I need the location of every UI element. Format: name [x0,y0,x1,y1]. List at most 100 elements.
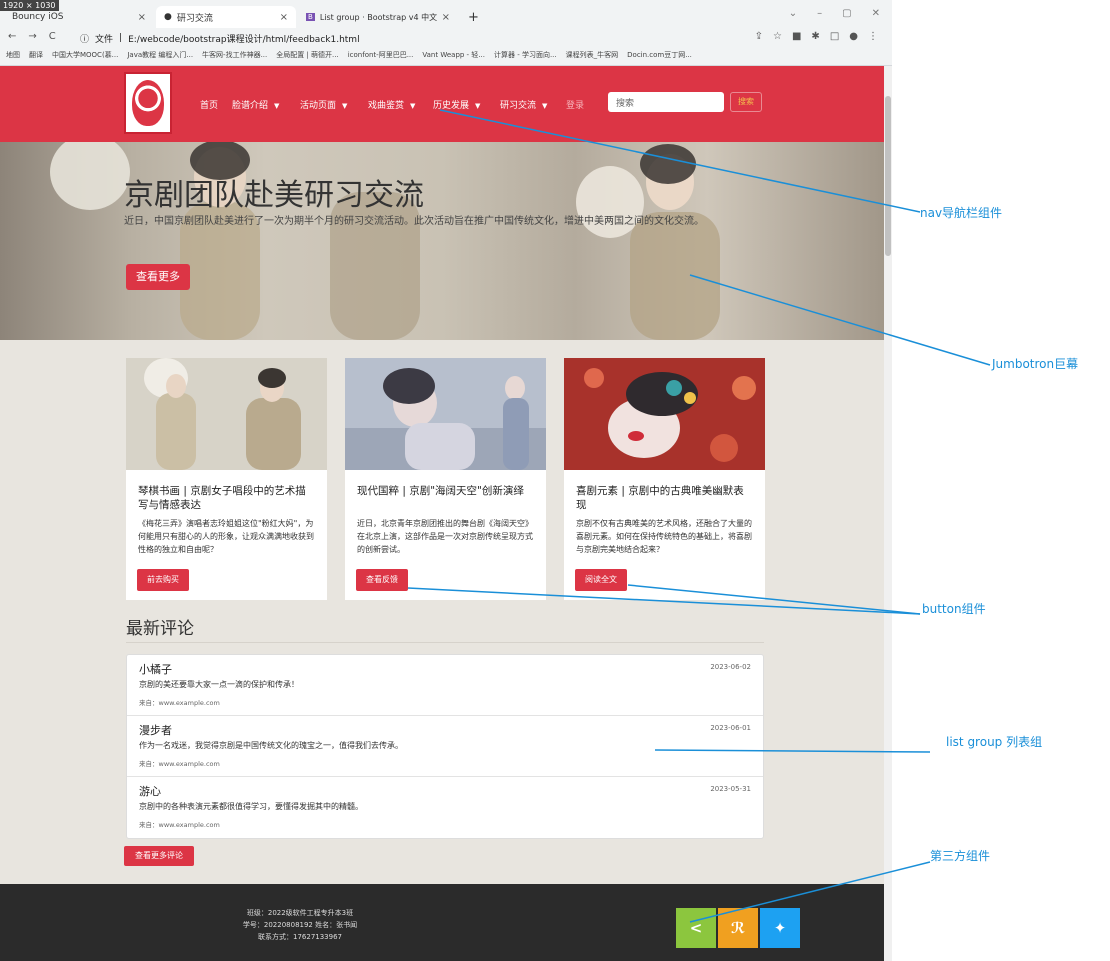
card-image [345,358,546,470]
scrollbar[interactable] [884,66,892,961]
bookmark-item[interactable]: iconfont-阿里巴巴... [348,50,414,62]
bookmark-item[interactable]: 翻译 [29,50,43,62]
comment-source: 来自：www.example.com [139,699,220,707]
more-comments-button[interactable]: 查看更多评论 [124,846,194,866]
caret-down-icon: ▼ [274,102,280,110]
comment-date: 2023-05-31 [710,785,751,793]
card-image [126,358,327,470]
address-url: E:/webcode/bootstrap课程设计/html/feedback1.… [128,34,360,45]
feedback-button[interactable]: 查看反馈 [356,569,408,591]
nav-appreciation-label: 戏曲鉴赏 [368,101,405,111]
twitter-icon[interactable]: ✦ [760,908,800,948]
annotation-list-group: list group 列表组 [946,735,1043,749]
forward-icon[interactable]: → [28,31,36,42]
search-input[interactable]: 搜索 [608,92,724,112]
star-icon[interactable]: ☆ [773,31,782,42]
footer-class: 班级：2022级软件工程专升本3班 [246,909,354,917]
annotation-nav: nav导航栏组件 [920,206,1003,220]
nav-events[interactable]: 活动页面 ▼ [300,98,347,111]
nav-appreciation[interactable]: 戏曲鉴赏 ▼ [368,98,415,111]
nav-masks-label: 脸谱介绍 [232,101,269,111]
bookmark-item[interactable]: 牛客网-找工作神器... [202,50,267,62]
comment-author: 游心 [139,785,161,798]
address-bar[interactable]: ⓘ 文件 | E:/webcode/bootstrap课程设计/html/fee… [80,31,760,45]
card-text: 近日，北京青年京剧团推出的舞台剧《海阔天空》在北京上演，这部作品是一次对京剧传统… [357,519,533,554]
navbar: 首页 脸谱介绍 ▼ 活动页面 ▼ 戏曲鉴赏 ▼ 历史发展 ▼ 研习交流 ▼ 登录 搜索 搜… [0,66,884,142]
puzzle-icon[interactable]: ✱ [811,31,819,42]
caret-down-icon: ▼ [542,102,548,110]
divider [126,642,764,643]
bookmark-item[interactable]: Java教程 编程入门... [127,50,193,62]
footer-student: 学号：20220808192 姓名：张书闻 [242,921,358,929]
tab-current[interactable]: ● 研习交流 × [156,6,296,28]
minimize-icon[interactable]: – [817,8,822,19]
scrollbar-thumb[interactable] [885,96,891,256]
webpage: 首页 脸谱介绍 ▼ 活动页面 ▼ 戏曲鉴赏 ▼ 历史发展 ▼ 研习交流 ▼ 登录 搜索 搜… [0,66,884,961]
card-text: 《梅花三弄》演唱者志玲姐姐这位"粉红大妈"，为何能用只有甜心的人的形象，让观众满… [138,519,314,554]
address-separator: | [119,33,123,43]
globe-icon: ● [164,12,172,22]
annotation-jumbotron: Jumbotron巨幕 [992,357,1079,371]
close-icon[interactable]: × [138,12,146,23]
card-title: 现代国粹 | 京剧"海阔天空"创新演绎 [357,485,524,497]
reload-icon[interactable]: C [49,31,56,42]
bookmark-item[interactable]: 中国大学MOOC(慕... [52,50,118,62]
sidebar-icon[interactable]: □ [830,31,839,42]
footer-contact: 联系方式：17627133967 [258,933,342,941]
browser-chrome: Bouncy iOS × ● 研习交流 × B List group · Boo… [0,0,892,66]
chevron-down-icon[interactable]: ⌄ [789,8,797,19]
new-tab-button[interactable]: + [460,6,480,28]
maximize-icon[interactable]: ▢ [842,8,851,19]
bootstrap-icon: B [306,13,315,21]
close-window-icon[interactable]: ✕ [872,8,880,19]
bookmark-item[interactable]: Vant Weapp - 轻... [422,50,485,62]
toolbar-icons: ⇪ ☆ ■ ✱ □ ● ⋮ [755,31,878,42]
card-image [564,358,765,470]
close-icon[interactable]: × [442,12,450,23]
nav-history[interactable]: 历史发展 ▼ [433,98,480,111]
tab-title: Bouncy iOS [12,12,64,22]
nav-login[interactable]: 登录 [566,98,584,111]
share-icon[interactable]: < [676,908,716,948]
nav-exchange[interactable]: 研习交流 ▼ [500,98,547,111]
card-title: 琴棋书画 | 京剧女子唱段中的艺术描写与情感表达 [138,485,306,511]
tab-title: List group · Bootstrap v4 中文 [319,12,437,22]
profile-icon[interactable]: ● [849,31,858,42]
comment-text: 作为一名戏迷，我觉得京剧是中国传统文化的瑰宝之一，值得我们去传承。 [139,741,403,750]
back-icon[interactable]: ← [8,31,16,42]
nav-history-label: 历史发展 [433,101,470,111]
window-controls: ⌄ – ▢ ✕ [789,8,880,19]
comment-date: 2023-06-01 [710,724,751,732]
list-item[interactable]: 游心 2023-05-31 京剧中的各种表演元素都很值得学习，要懂得发掘其中的精… [127,777,763,838]
nav-exchange-label: 研习交流 [500,101,537,111]
nav-masks[interactable]: 脸谱介绍 ▼ [232,98,279,111]
close-icon[interactable]: × [280,12,288,23]
extension-icon[interactable]: ■ [792,31,801,42]
comment-author: 漫步者 [139,724,172,737]
bookmark-item[interactable]: 地图 [6,50,20,62]
share-page-icon[interactable]: ⇪ [755,31,763,42]
dimension-badge: 1920 × 1030 [0,0,59,11]
jumbotron-text: 近日，中国京剧团队赴美进行了一次为期半个月的研习交流活动。此次活动旨在推广中国传… [124,216,704,227]
tab-bootstrap[interactable]: B List group · Bootstrap v4 中文 × [298,6,458,28]
bookmark-item[interactable]: 全局配置 | 萌德开... [276,50,338,62]
opera-mask-logo[interactable] [124,72,172,134]
caret-down-icon: ▼ [410,102,416,110]
card: 现代国粹 | 京剧"海阔天空"创新演绎 近日，北京青年京剧团推出的舞台剧《海阔天… [345,358,546,600]
menu-icon[interactable]: ⋮ [868,31,878,42]
read-more-button[interactable]: 阅读全文 [575,569,627,591]
list-item[interactable]: 漫步者 2023-06-01 作为一名戏迷，我觉得京剧是中国传统文化的瑰宝之一，… [127,716,763,777]
address-prefix: 文件 [95,34,114,45]
nav-buttons: ← → C [8,31,56,42]
list-item[interactable]: 小橘子 2023-06-02 京剧的美还要靠大家一点一滴的保护和传承！ 来自：w… [127,655,763,716]
bookmark-item[interactable]: 课程列表_牛客网 [566,50,619,62]
search-button[interactable]: 搜索 [730,92,762,112]
rss-icon[interactable]: ℛ [718,908,758,948]
see-more-button[interactable]: 查看更多 [126,264,190,290]
jumbotron-title: 京剧团队赴美研习交流 [124,178,424,213]
bookmark-item[interactable]: Docin.com豆丁网... [627,50,692,62]
buy-button[interactable]: 前去购买 [137,569,189,591]
nav-home[interactable]: 首页 [200,98,218,111]
comment-list: 小橘子 2023-06-02 京剧的美还要靠大家一点一滴的保护和传承！ 来自：w… [126,654,764,839]
bookmark-item[interactable]: 计算器 - 学习面向... [494,50,557,62]
